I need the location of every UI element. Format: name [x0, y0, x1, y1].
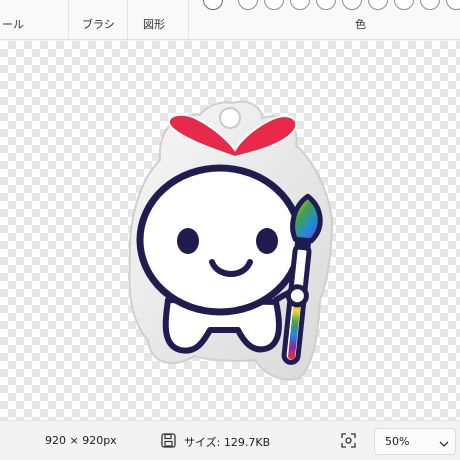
zoom-dropdown[interactable]: 50%: [374, 428, 456, 455]
ribbon-toolbar: ール ブラシ 図形 色: [0, 0, 460, 40]
chevron-down-icon: [439, 438, 449, 451]
right-eye: [256, 228, 278, 254]
color-swatch[interactable]: [316, 0, 336, 10]
color-swatch[interactable]: [290, 0, 310, 10]
brushes-group-label[interactable]: ブラシ: [82, 16, 115, 32]
color-swatch[interactable]: [420, 0, 440, 10]
color-swatch[interactable]: [446, 0, 460, 10]
color-swatch[interactable]: [238, 0, 258, 10]
color-swatch[interactable]: [394, 0, 414, 10]
image-dimensions: 920 × 920px: [45, 434, 117, 447]
file-size: サイズ: 129.7KB: [184, 436, 271, 449]
color-swatch[interactable]: [368, 0, 388, 10]
keychain-hole: [219, 107, 241, 129]
tools-group-label: ール: [2, 18, 24, 31]
color-swatch[interactable]: [342, 0, 362, 10]
keychain-character-image: [128, 100, 334, 381]
ribbon-divider: [188, 0, 189, 40]
ribbon-divider: [127, 0, 128, 40]
zoom-value: 50%: [385, 435, 410, 448]
shapes-group-label[interactable]: 図形: [143, 16, 165, 32]
drawing-canvas[interactable]: [0, 41, 460, 420]
fit-to-window-icon[interactable]: [341, 433, 356, 451]
ribbon-divider: [68, 0, 69, 40]
colors-group-label: 色: [355, 18, 366, 31]
left-eye: [177, 228, 199, 254]
save-disk-icon: [161, 433, 176, 451]
color-swatch[interactable]: [203, 0, 223, 10]
color-swatch[interactable]: [264, 0, 284, 10]
status-bar: 920 × 920px サイズ: 129.7KB 50%: [0, 420, 460, 460]
